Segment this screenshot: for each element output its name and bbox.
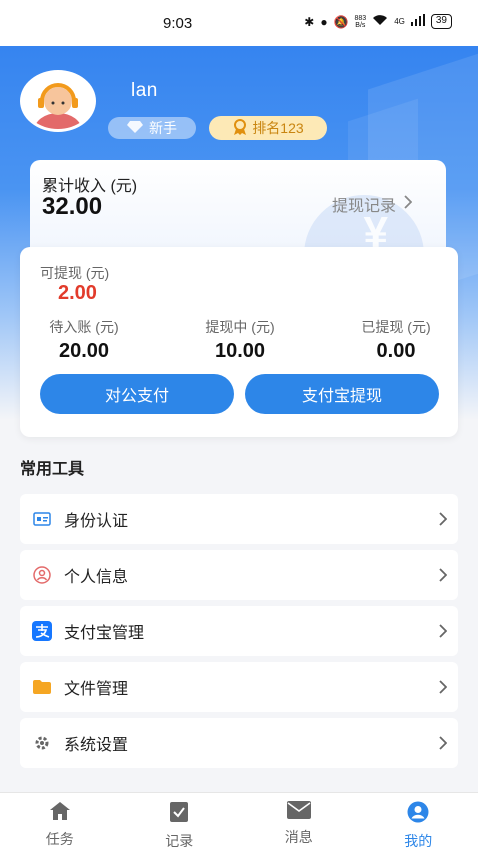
balance-card: 可提现 (元) 2.00 待入账 (元) 20.00 提现中 (元) 10.00… xyxy=(20,247,458,437)
menu-item-files[interactable]: 文件管理 xyxy=(20,662,458,712)
bluetooth-icon: ✱ xyxy=(304,14,315,29)
id-card-icon xyxy=(20,512,64,526)
tab-mine[interactable]: 我的 xyxy=(359,793,478,850)
home-icon xyxy=(49,801,71,826)
net-speed: 883 B/s xyxy=(354,14,367,29)
tools-section-title: 常用工具 xyxy=(20,461,85,478)
diamond-icon xyxy=(127,120,143,136)
wifi-icon xyxy=(372,14,388,29)
available-label: 可提现 (元) xyxy=(40,265,110,281)
chevron-right-icon xyxy=(428,680,458,694)
network-type: 4G xyxy=(394,17,405,26)
chevron-right-icon xyxy=(428,624,458,638)
menu-item-identity[interactable]: 身份认证 xyxy=(20,494,458,544)
folder-icon xyxy=(20,680,64,694)
stat-withdrawn: 已提现 (元) 0.00 xyxy=(361,319,431,362)
tab-messages[interactable]: 消息 xyxy=(239,793,359,850)
tab-records[interactable]: 记录 xyxy=(120,793,240,850)
battery-indicator: 39 xyxy=(430,14,452,29)
menu-item-settings[interactable]: 系统设置 xyxy=(20,718,458,768)
alipay-icon xyxy=(20,621,64,641)
signal-icon xyxy=(410,14,425,29)
corporate-pay-button[interactable]: 对公支付 xyxy=(40,374,234,414)
user-icon xyxy=(407,801,429,828)
mail-icon xyxy=(286,801,311,824)
status-icons: ✱ ● 🔕 883 B/s 4G 39 xyxy=(304,14,452,29)
chevron-right-icon xyxy=(428,736,458,750)
available-value: 2.00 xyxy=(58,282,97,304)
chevron-right-icon xyxy=(428,512,458,526)
tab-tasks[interactable]: 任务 xyxy=(0,793,120,850)
person-icon xyxy=(20,566,64,584)
stat-withdrawing: 提现中 (元) 10.00 xyxy=(205,319,275,362)
menu-item-label: 支付宝管理 xyxy=(64,625,145,642)
menu-item-label: 个人信息 xyxy=(64,569,129,586)
total-income-value: 32.00 xyxy=(42,193,103,220)
stat-pending: 待入账 (元) 20.00 xyxy=(49,319,119,362)
rank-badge: 排名123 xyxy=(209,116,327,140)
chevron-right-icon xyxy=(404,194,413,214)
menu-item-label: 身份认证 xyxy=(64,513,129,530)
gear-icon xyxy=(20,734,64,752)
alipay-withdraw-button[interactable]: 支付宝提现 xyxy=(245,374,439,414)
income-card: ¥ 累计收入 (元) 32.00 提现记录 xyxy=(30,160,446,260)
chevron-right-icon xyxy=(428,568,458,582)
medal-icon xyxy=(232,118,248,138)
avatar[interactable] xyxy=(20,70,96,132)
menu-item-label: 系统设置 xyxy=(64,737,129,754)
username: lan xyxy=(131,80,158,101)
menu-item-alipay[interactable]: 支付宝管理 xyxy=(20,606,458,656)
mute-icon: 🔕 xyxy=(333,14,349,29)
withdraw-record-link[interactable]: 提现记录 xyxy=(332,192,413,216)
bottom-tab-bar: 任务 记录 消息 我的 xyxy=(0,792,478,850)
menu-item-label: 文件管理 xyxy=(64,681,129,698)
location-icon: ● xyxy=(320,14,328,29)
status-time: 9:03 xyxy=(163,15,193,32)
status-bar: 9:03 ✱ ● 🔕 883 B/s 4G 39 xyxy=(0,0,478,46)
record-icon xyxy=(169,801,189,828)
menu-item-personal-info[interactable]: 个人信息 xyxy=(20,550,458,600)
level-badge: 新手 xyxy=(108,117,196,139)
